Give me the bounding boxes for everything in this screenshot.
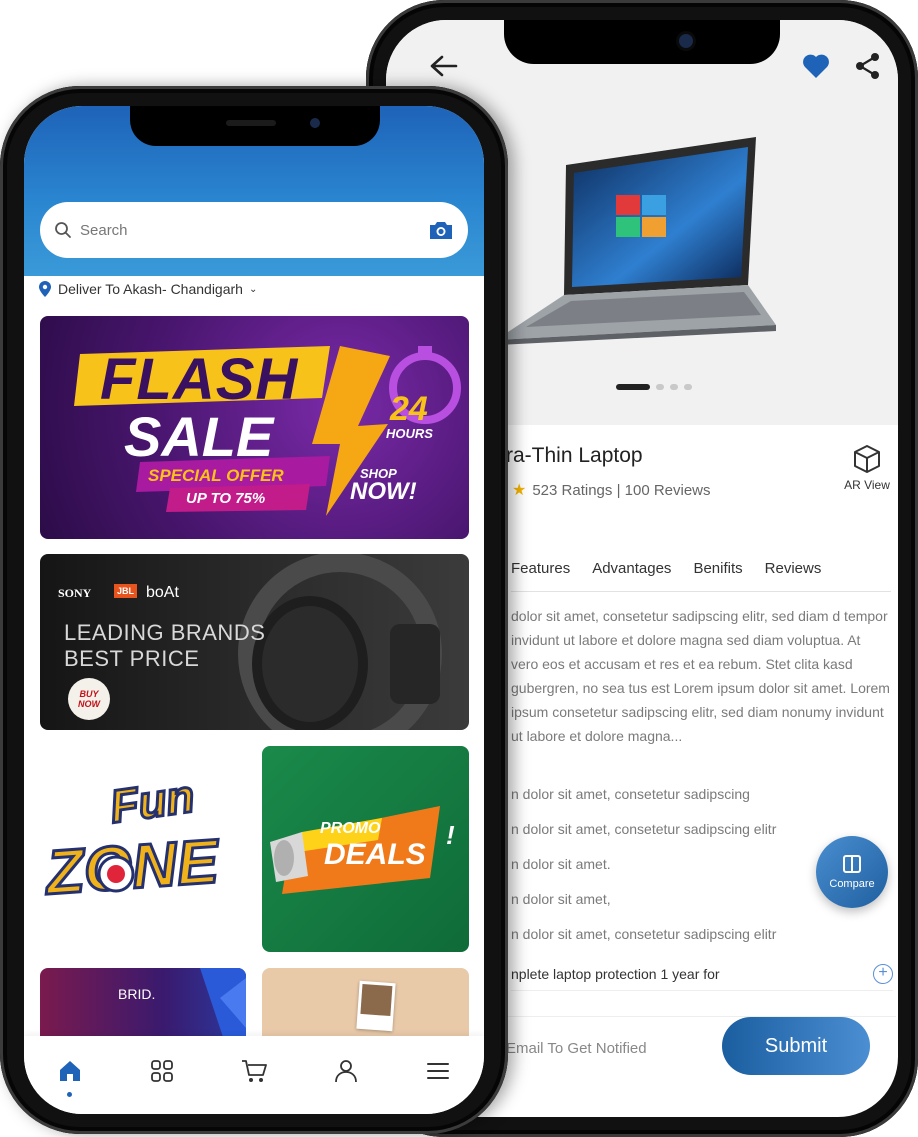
- sony-logo: SONY: [58, 586, 92, 600]
- ratings-row: ★ 523 Ratings | 100 Reviews: [512, 480, 711, 500]
- menu-icon: [427, 1063, 449, 1079]
- chevron-down-icon: ⌄: [248, 283, 258, 295]
- best-price-text: BEST PRICE: [64, 646, 200, 671]
- home-phone-frame: Deliver To Akash- Chandigarh ⌄ FLASH SAL…: [0, 86, 508, 1134]
- nav-menu[interactable]: [418, 1051, 458, 1091]
- now-text: NOW!: [350, 478, 417, 505]
- ar-view-button[interactable]: AR View: [832, 444, 898, 492]
- share-icon[interactable]: [848, 46, 888, 86]
- leading-brands-banner[interactable]: SONY JBL boAt LEADING BRANDS BEST PRICE …: [40, 554, 469, 730]
- feature-bullet: n dolor sit amet.: [511, 856, 611, 872]
- app-showcase: ra-Thin Laptop ★ 523 Ratings | 100 Revie…: [0, 0, 918, 1137]
- nav-categories[interactable]: [142, 1051, 182, 1091]
- ratings-text: 523 Ratings | 100 Reviews: [532, 481, 711, 499]
- compare-button[interactable]: Compare: [816, 836, 888, 908]
- protection-text: nplete laptop protection 1 year for: [511, 966, 720, 982]
- tab-features[interactable]: Features: [511, 560, 592, 591]
- home-screen: Deliver To Akash- Chandigarh ⌄ FLASH SAL…: [24, 106, 484, 1114]
- bottom-nav: [24, 1036, 484, 1114]
- product-tabs: Features Advantages Benifits Reviews: [511, 560, 891, 592]
- jbl-logo: JBL: [114, 584, 138, 598]
- tab-advantages[interactable]: Advantages: [592, 560, 693, 591]
- email-notify-input[interactable]: [506, 1031, 716, 1065]
- compare-label: Compare: [829, 878, 875, 890]
- hours-label: HOURS: [386, 426, 433, 441]
- phone-notch: [504, 20, 780, 64]
- exclamation-mark: !: [446, 820, 455, 850]
- user-icon: [335, 1060, 357, 1083]
- fun-zone-banner[interactable]: Fun ZONE: [40, 746, 246, 952]
- promo-deals-banner[interactable]: PROMO DEALS !: [262, 746, 469, 952]
- product-title: ra-Thin Laptop: [506, 444, 643, 467]
- feature-bullet: n dolor sit amet, consetetur sadipscing: [511, 786, 750, 802]
- carousel-dots[interactable]: [616, 384, 692, 390]
- hours-number: 24: [390, 390, 428, 428]
- search-icon: [55, 222, 71, 238]
- search-bar[interactable]: [40, 202, 468, 258]
- upto-text: UP TO 75%: [186, 490, 266, 507]
- submit-button[interactable]: Submit: [722, 1017, 870, 1075]
- flash-title: FLASH: [100, 347, 299, 412]
- phone-notch: [130, 106, 380, 146]
- compare-icon: [843, 855, 861, 873]
- notify-row: Submit: [506, 1016, 896, 1076]
- leading-brands-text: LEADING BRANDS: [64, 620, 266, 645]
- ar-view-label: AR View: [844, 478, 890, 492]
- boat-logo: boAt: [146, 584, 179, 601]
- promo-text: PROMO: [320, 820, 381, 837]
- now-label: NOW: [78, 699, 100, 709]
- protection-row[interactable]: nplete laptop protection 1 year for +: [511, 964, 893, 991]
- location-pin-icon: [39, 281, 51, 297]
- sale-title: SALE: [124, 405, 274, 468]
- tab-benifits[interactable]: Benifits: [693, 560, 764, 591]
- polaroid-image: [356, 980, 396, 1032]
- buy-label: BUY: [79, 689, 99, 699]
- laptop-image: [496, 137, 776, 345]
- nav-cart[interactable]: [234, 1051, 274, 1091]
- feature-bullet: n dolor sit amet,: [511, 891, 611, 907]
- deliver-text: Deliver To Akash- Chandigarh: [58, 281, 243, 297]
- feature-bullet: n dolor sit amet, consetetur sadipscing …: [511, 926, 777, 942]
- flash-sale-banner[interactable]: FLASH SALE SPECIAL OFFER UP TO 75% 24 HO…: [40, 316, 469, 539]
- cube-icon: [854, 445, 880, 473]
- tab-reviews[interactable]: Reviews: [765, 560, 844, 591]
- star-icon: ★: [512, 482, 527, 499]
- brid-label: BRID.: [118, 986, 156, 1002]
- deliver-location[interactable]: Deliver To Akash- Chandigarh ⌄: [38, 280, 257, 298]
- cart-icon: [242, 1060, 267, 1082]
- search-input[interactable]: [80, 221, 428, 239]
- plus-icon[interactable]: +: [873, 964, 893, 984]
- camera-icon[interactable]: [428, 219, 454, 241]
- home-header: [24, 106, 484, 276]
- buy-now-badge[interactable]: BUY NOW: [68, 678, 110, 720]
- back-arrow-icon[interactable]: [424, 46, 464, 86]
- home-icon: [60, 1061, 80, 1081]
- heart-icon[interactable]: [796, 46, 836, 86]
- fun-text: Fun: [105, 768, 199, 834]
- deals-text: DEALS: [324, 838, 426, 871]
- grid-icon: [151, 1060, 173, 1082]
- nav-account[interactable]: [326, 1051, 366, 1091]
- product-description: dolor sit amet, consetetur sadipscing el…: [511, 608, 890, 744]
- feature-bullet: n dolor sit amet, consetetur sadipscing …: [511, 821, 777, 837]
- special-offer-text: SPECIAL OFFER: [148, 466, 284, 485]
- nav-home[interactable]: [50, 1051, 90, 1097]
